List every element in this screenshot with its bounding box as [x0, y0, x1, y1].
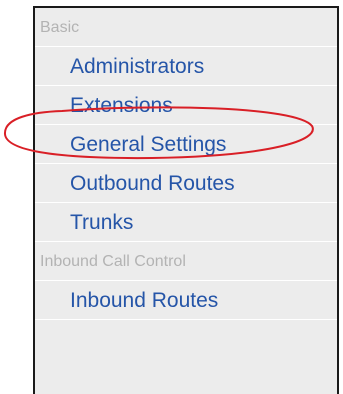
navigation-menu: Basic Administrators Extensions General …: [33, 6, 339, 394]
section-header-basic: Basic: [35, 8, 337, 47]
menu-item-inbound-routes[interactable]: Inbound Routes: [35, 281, 337, 320]
menu-item-administrators[interactable]: Administrators: [35, 47, 337, 86]
menu-item-trunks[interactable]: Trunks: [35, 203, 337, 242]
section-header-inbound-call-control: Inbound Call Control: [35, 242, 337, 281]
menu-item-extensions[interactable]: Extensions: [35, 86, 337, 125]
menu-item-general-settings[interactable]: General Settings: [35, 125, 337, 164]
menu-item-outbound-routes[interactable]: Outbound Routes: [35, 164, 337, 203]
